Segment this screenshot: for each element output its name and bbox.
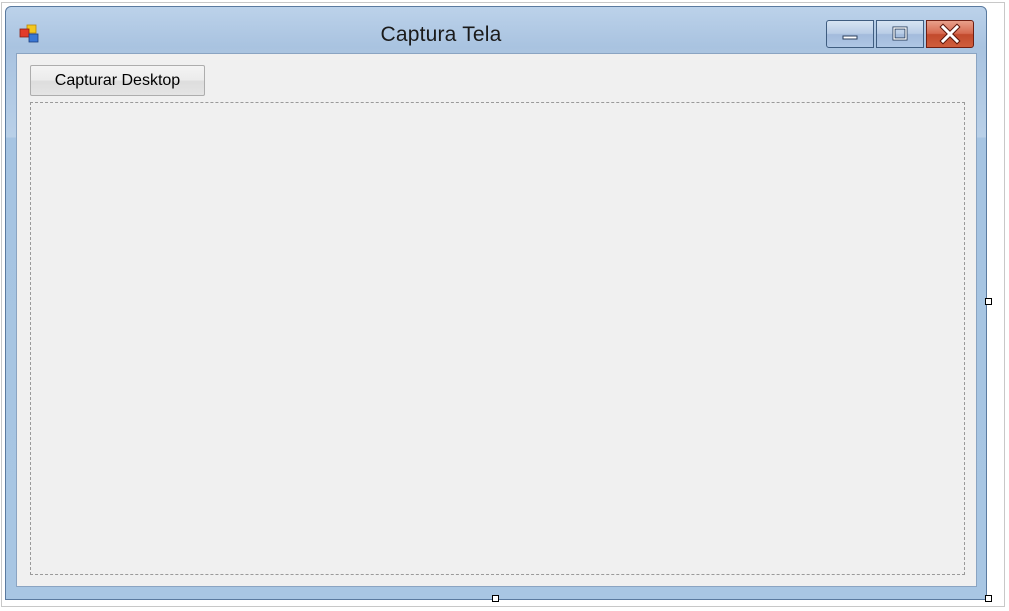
title-bar[interactable]: Captura Tela [6,7,986,53]
capture-desktop-button[interactable]: Capturar Desktop [30,65,205,96]
resize-handle-bottom-right[interactable] [985,595,992,602]
picture-box[interactable] [30,102,965,575]
caption-buttons [826,20,974,48]
close-button[interactable] [926,20,974,48]
form-window[interactable]: Captura Tela Capturar Desktop [5,6,987,600]
minimize-button[interactable] [826,20,874,48]
form-client-area: Capturar Desktop [16,53,977,587]
resize-handle-right[interactable] [985,298,992,305]
maximize-button[interactable] [876,20,924,48]
form-designer-surface: Captura Tela Capturar Desktop [0,0,1009,611]
resize-handle-bottom[interactable] [492,595,499,602]
